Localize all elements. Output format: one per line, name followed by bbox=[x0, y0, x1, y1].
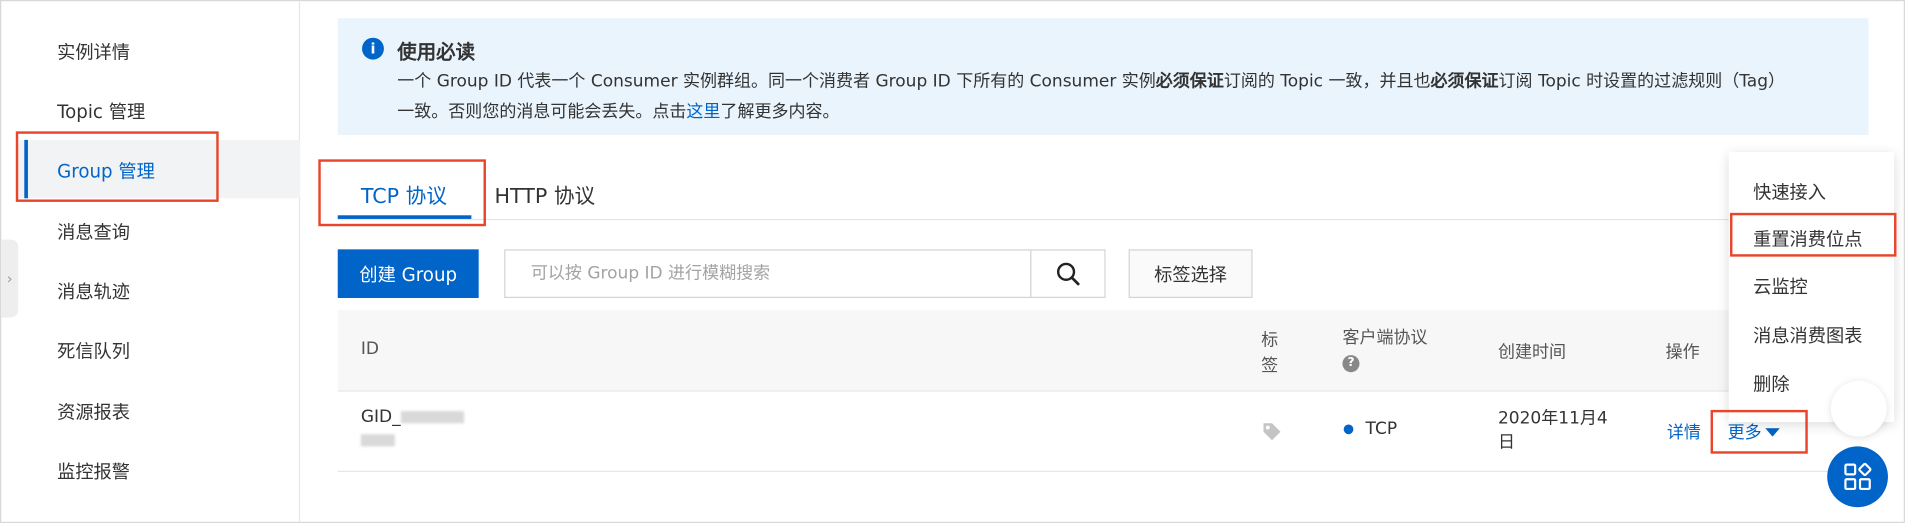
sidebar-item-dead-letter-queue[interactable]: 死信队列 bbox=[57, 338, 130, 364]
more-dropdown-button[interactable]: 更多 bbox=[1728, 420, 1780, 444]
more-dropdown-menu: 快速接入 重置消费位点 云监控 消息消费图表 删除 bbox=[1728, 152, 1895, 423]
notice-text-part: 订阅 Topic 时设置的过滤规则（Tag） bbox=[1498, 71, 1786, 92]
protocol-value: TCP bbox=[1365, 419, 1398, 440]
column-header-id: ID bbox=[360, 339, 379, 359]
notice-text-part: 订阅的 Topic 一致，并且也 bbox=[1223, 71, 1431, 92]
status-dot-icon bbox=[1343, 424, 1354, 435]
column-header-actions: 操作 bbox=[1665, 342, 1700, 363]
more-label: 更多 bbox=[1727, 423, 1762, 443]
menu-item-message-consumption-chart[interactable]: 消息消费图表 bbox=[1753, 322, 1862, 348]
tab-active-underline bbox=[337, 215, 472, 219]
detail-link[interactable]: 详情 bbox=[1667, 420, 1701, 444]
table-row: GID_ TCP 2020年11月4 日 详情 更多 bbox=[337, 391, 1869, 472]
notice-text-part: 了解更多内容。 bbox=[720, 102, 840, 122]
notice-text-part: 一个 Group ID 代表一个 Consumer 实例群组。同一个消费者 Gr… bbox=[397, 71, 1156, 92]
question-icon: ? bbox=[1342, 355, 1360, 373]
redacted-id bbox=[360, 434, 395, 447]
created-time-cell: 2020年11月4 日 bbox=[1498, 406, 1608, 455]
tab-http-protocol[interactable]: HTTP 协议 bbox=[494, 179, 595, 209]
column-header-created-time: 创建时间 bbox=[1497, 342, 1567, 363]
search-button[interactable] bbox=[1030, 249, 1106, 298]
column-header-tag-line1: 标 bbox=[1261, 330, 1279, 351]
created-time-line2: 日 bbox=[1497, 433, 1515, 453]
sidebar-item-resource-report[interactable]: 资源报表 bbox=[57, 399, 130, 425]
notice-text-part: 一致。否则您的消息可能会丢失。点击 bbox=[397, 102, 687, 122]
console-page: 实例详情 Topic 管理 Group 管理 消息查询 消息轨迹 死信队列 资源… bbox=[0, 0, 1905, 523]
notice-title: 使用必读 bbox=[397, 40, 476, 64]
notice-emphasis: 必须保证 bbox=[1155, 71, 1224, 92]
notice-banner: i 使用必读 一个 Group ID 代表一个 Consumer 实例群组。同一… bbox=[337, 18, 1869, 136]
apps-grid-icon bbox=[1844, 462, 1872, 491]
caret-down-icon bbox=[1765, 428, 1780, 437]
table-header: ID 标 签 客户端协议 ? 创建时间 操作 bbox=[337, 310, 1869, 392]
notice-learn-more-link[interactable]: 这里 bbox=[686, 102, 720, 121]
menu-item-reset-consumer-offset[interactable]: 重置消费位点 bbox=[1753, 226, 1862, 252]
sidebar-active-indicator bbox=[24, 139, 28, 199]
sidebar: 实例详情 Topic 管理 Group 管理 消息查询 消息轨迹 死信队列 资源… bbox=[1, 1, 301, 522]
floating-button-secondary[interactable] bbox=[1830, 380, 1887, 437]
sidebar-item-group-management[interactable]: Group 管理 bbox=[57, 158, 155, 184]
chevron-right-icon: › bbox=[6, 270, 13, 288]
menu-item-delete[interactable]: 删除 bbox=[1753, 371, 1789, 397]
sidebar-item-instance-details[interactable]: 实例详情 bbox=[57, 39, 130, 65]
column-header-client-protocol: 客户端协议 bbox=[1342, 328, 1428, 348]
column-header-tag-line2: 签 bbox=[1261, 356, 1279, 376]
create-group-button[interactable]: 创建 Group bbox=[337, 249, 479, 298]
group-id-prefix: GID_ bbox=[360, 407, 401, 427]
group-id-cell: GID_ bbox=[360, 407, 464, 447]
redacted-id bbox=[400, 411, 464, 424]
tag-select-button[interactable]: 标签选择 bbox=[1128, 249, 1253, 298]
created-time-line1: 2020年11月4 bbox=[1497, 408, 1608, 429]
sidebar-collapse-handle[interactable]: › bbox=[1, 239, 19, 318]
sidebar-item-topic-management[interactable]: Topic 管理 bbox=[57, 99, 145, 125]
notice-text: 一个 Group ID 代表一个 Consumer 实例群组。同一个消费者 Gr… bbox=[397, 67, 1843, 128]
menu-item-cloud-monitor[interactable]: 云监控 bbox=[1753, 274, 1808, 300]
search-icon bbox=[1056, 262, 1080, 286]
sidebar-item-message-trace[interactable]: 消息轨迹 bbox=[57, 279, 130, 305]
sidebar-item-monitoring-alerts[interactable]: 监控报警 bbox=[57, 459, 130, 485]
protocol-help-icon[interactable]: ? bbox=[1342, 352, 1360, 373]
search-box bbox=[504, 249, 1032, 298]
tag-cell[interactable] bbox=[1261, 421, 1283, 448]
tabs-divider bbox=[337, 218, 1869, 221]
sidebar-item-message-query[interactable]: 消息查询 bbox=[57, 219, 130, 245]
search-input[interactable] bbox=[505, 250, 1031, 297]
protocol-cell: TCP bbox=[1343, 419, 1398, 440]
tag-icon bbox=[1263, 423, 1281, 441]
floating-apps-button[interactable] bbox=[1827, 446, 1888, 508]
menu-item-quick-access[interactable]: 快速接入 bbox=[1753, 179, 1826, 205]
info-icon: i bbox=[362, 37, 384, 60]
tab-tcp-protocol[interactable]: TCP 协议 bbox=[361, 179, 447, 209]
notice-emphasis: 必须保证 bbox=[1430, 71, 1499, 92]
